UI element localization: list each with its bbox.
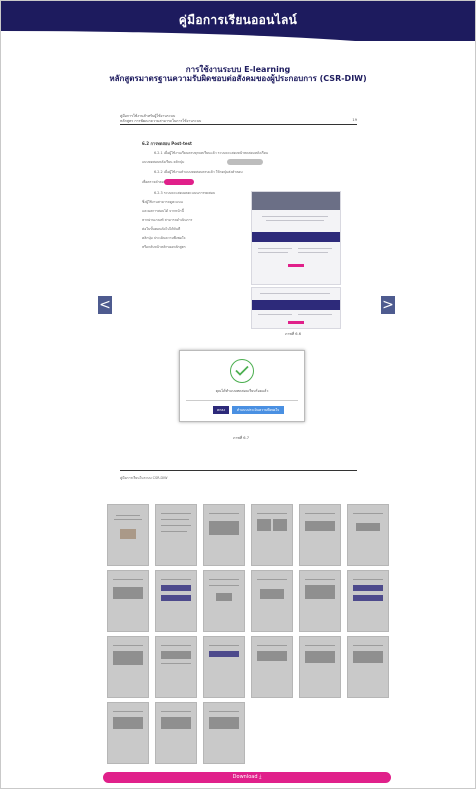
download-icon: ⤓ — [259, 774, 262, 780]
dialog-evaluate-button[interactable]: ทำแบบประเมินความพึงพอใจ — [232, 406, 284, 414]
paragraph-1b: แบบทดสอบหลังเรียน คลิกปุ่ม — [142, 160, 185, 164]
thumbnail-page-21[interactable] — [203, 702, 245, 764]
thumbnail-page-13[interactable] — [107, 636, 149, 698]
thumbnail-page-1[interactable] — [107, 504, 149, 566]
submit-button-sample — [164, 179, 194, 185]
thumbnail-page-9[interactable] — [203, 570, 245, 632]
paragraph-3-line5: คลิกปุ่ม ประเมินความพึงพอใจ — [142, 236, 186, 240]
page-footer-rule — [120, 470, 357, 471]
page-preview: คู่มือการใช้งานสำหรับผู้ใช้งานระบบ หลักส… — [120, 95, 357, 490]
thumbnail-page-15[interactable] — [203, 636, 245, 698]
figure-2-caption: ภาพที่ 6.7 — [233, 436, 249, 440]
dialog-message: คุณได้ทำแบบทดสอบเรียบร้อยแล้ว — [215, 389, 269, 393]
thumbnail-page-20[interactable] — [155, 702, 197, 764]
thumbnail-page-19[interactable] — [107, 702, 149, 764]
paragraph-3: 6.2.3 ระบบจะแสดงผลคะแนนการทดสอบ — [154, 191, 216, 195]
download-label: Download — [232, 774, 258, 780]
viewer-frame: คู่มือการเรียนออนไลน์ การใช้งานระบบ E-le… — [0, 0, 476, 789]
paragraph-2b: เพื่อตรวจคำตอบ — [142, 180, 166, 184]
dialog-ok-button[interactable]: ตกลง — [213, 406, 229, 414]
paragraph-3-line6: หรือกลับหน้าหลักของหลักสูตร — [142, 245, 186, 249]
thumbnail-page-17[interactable] — [299, 636, 341, 698]
figure-screenshot-1 — [251, 191, 341, 285]
thumbnail-page-6[interactable] — [347, 504, 389, 566]
pretest-button-sample — [227, 159, 263, 165]
download-button[interactable]: Download ⤓ — [103, 772, 391, 783]
thumbnail-page-14[interactable] — [155, 636, 197, 698]
prev-page-button[interactable]: < — [98, 296, 112, 314]
dialog-divider — [186, 400, 298, 401]
header-title: คู่มือการเรียนออนไลน์ — [178, 13, 298, 27]
section-title: 6.2 การทดสอบ Post-test — [142, 141, 192, 146]
thumbnail-page-10[interactable] — [251, 570, 293, 632]
thumbnail-page-16[interactable] — [251, 636, 293, 698]
thumbnail-page-8[interactable] — [155, 570, 197, 632]
page-number: 19 — [352, 118, 357, 122]
thumbnail-page-3[interactable] — [203, 504, 245, 566]
thumbnail-page-11[interactable] — [299, 570, 341, 632]
thumbnail-page-12[interactable] — [347, 570, 389, 632]
document-subtitle: หลักสูตรมาตรฐานความรับผิดชอบต่อสังคมของผ… — [109, 74, 367, 83]
paragraph-3-line3: หากผ่านเกณฑ์ สามารถดำเนินการ — [142, 218, 193, 222]
paragraph-1: 6.2.1 เมื่อผู้ใช้งานเรียนครบทุกบทเรียนแล… — [154, 151, 268, 155]
figure-1-caption: ภาพที่ 6.6 — [285, 332, 301, 336]
paragraph-3-line1: ซึ่งผู้ใช้งานสามารถดูคะแนน — [142, 200, 183, 204]
page-footer: คู่มือการเรียนในระบบ CSR-DIW — [120, 476, 168, 480]
thumbnail-page-18[interactable] — [347, 636, 389, 698]
page-header-rule — [120, 124, 357, 125]
thumbnail-page-5[interactable] — [299, 504, 341, 566]
paragraph-2: 6.2.2 เมื่อผู้ใช้งานทำแบบทดสอบครบแล้ว ให… — [154, 170, 243, 174]
check-icon — [230, 359, 254, 383]
paragraph-3-line2: และผลการสอบได้ จากหน้านี้ — [142, 209, 184, 213]
figure-screenshot-2 — [251, 287, 341, 329]
thumbnail-page-2[interactable] — [155, 504, 197, 566]
thumbnail-page-7[interactable] — [107, 570, 149, 632]
paragraph-3-line4: ต่อในขั้นตอนถัดไปได้ทันที — [142, 227, 181, 231]
next-page-button[interactable]: > — [381, 296, 395, 314]
completion-dialog: คุณได้ทำแบบทดสอบเรียบร้อยแล้ว ตกลง ทำแบบ… — [179, 350, 305, 422]
thumbnail-page-4[interactable] — [251, 504, 293, 566]
